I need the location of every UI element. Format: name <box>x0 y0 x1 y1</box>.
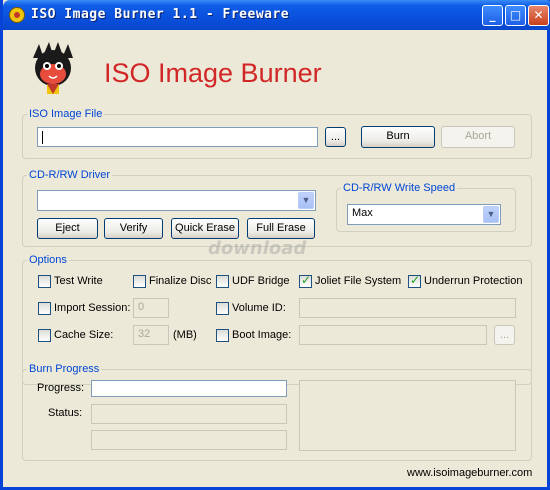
finalize-disc-checkbox[interactable] <box>133 275 146 288</box>
joliet-checkbox[interactable] <box>299 273 312 288</box>
cache-size-unit: (MB) <box>173 329 197 341</box>
progress-bar <box>91 380 287 397</box>
import-session-checkbox[interactable] <box>38 302 51 315</box>
write-speed-select[interactable]: Max ▼ <box>347 204 501 225</box>
udf-bridge-label: UDF Bridge <box>232 275 290 287</box>
import-session-input[interactable]: 0 <box>133 298 169 318</box>
test-write-checkbox[interactable] <box>38 275 51 288</box>
volume-id-input[interactable] <box>299 298 516 318</box>
full-erase-button[interactable]: Full Erase <box>247 218 315 239</box>
import-session-label: Import Session: <box>54 302 131 314</box>
chevron-down-icon: ▼ <box>298 192 314 209</box>
finalize-disc-label: Finalize Disc <box>149 275 212 287</box>
driver-legend: CD-R/RW Driver <box>29 169 111 181</box>
close-button[interactable]: ✕ <box>528 5 549 26</box>
chevron-down-icon: ▼ <box>483 206 499 223</box>
cache-size-checkbox[interactable] <box>38 329 51 342</box>
website-link[interactable]: www.isoimageburner.com <box>407 467 532 479</box>
status-field-1 <box>91 404 287 424</box>
joliet-label: Joliet File System <box>315 275 402 287</box>
volume-id-checkbox[interactable] <box>216 302 229 315</box>
browse-boot-image-button[interactable]: ... <box>494 325 515 345</box>
status-field-2 <box>91 430 287 450</box>
window-title: ISO Image Burner 1.1 - Freeware <box>31 7 290 22</box>
status-label: Status: <box>48 407 83 419</box>
minimize-button[interactable]: _ <box>482 5 503 26</box>
title-bar[interactable]: ISO Image Burner 1.1 - Freeware _ □ ✕ <box>3 0 550 30</box>
burn-progress-legend: Burn Progress <box>29 363 100 375</box>
burn-button[interactable]: Burn <box>361 126 435 148</box>
write-speed-legend: CD-R/RW Write Speed <box>343 182 456 194</box>
cache-size-input[interactable]: 32 <box>133 325 169 345</box>
log-area[interactable] <box>299 380 516 451</box>
main-content: ISO Image Burner ISO Image File ... Burn… <box>3 30 547 487</box>
abort-button[interactable]: Abort <box>441 126 515 148</box>
boot-image-checkbox[interactable] <box>216 329 229 342</box>
mascot-logo-icon <box>33 42 73 94</box>
volume-id-label: Volume ID: <box>232 302 286 314</box>
cache-size-label: Cache Size: <box>54 329 114 341</box>
browse-iso-button[interactable]: ... <box>325 127 346 147</box>
boot-image-input[interactable] <box>299 325 487 345</box>
underrun-checkbox[interactable] <box>408 273 421 288</box>
underrun-label: Underrun Protection <box>424 275 523 287</box>
quick-erase-button[interactable]: Quick Erase <box>171 218 239 239</box>
boot-image-label: Boot Image: <box>232 329 292 341</box>
test-write-label: Test Write <box>54 275 103 287</box>
verify-button[interactable]: Verify <box>104 218 163 239</box>
udf-bridge-checkbox[interactable] <box>216 275 229 288</box>
progress-label: Progress: <box>37 382 85 394</box>
brand-title: ISO Image Burner <box>104 58 322 88</box>
maximize-button[interactable]: □ <box>505 5 526 26</box>
driver-select[interactable]: ▼ <box>37 190 316 211</box>
iso-image-file-legend: ISO Image File <box>29 108 103 120</box>
app-icon <box>9 7 25 23</box>
eject-button[interactable]: Eject <box>37 218 98 239</box>
options-legend: Options <box>29 254 67 266</box>
app-window: ISO Image Burner 1.1 - Freeware _ □ ✕ IS… <box>0 0 550 490</box>
iso-path-input[interactable] <box>37 127 318 147</box>
